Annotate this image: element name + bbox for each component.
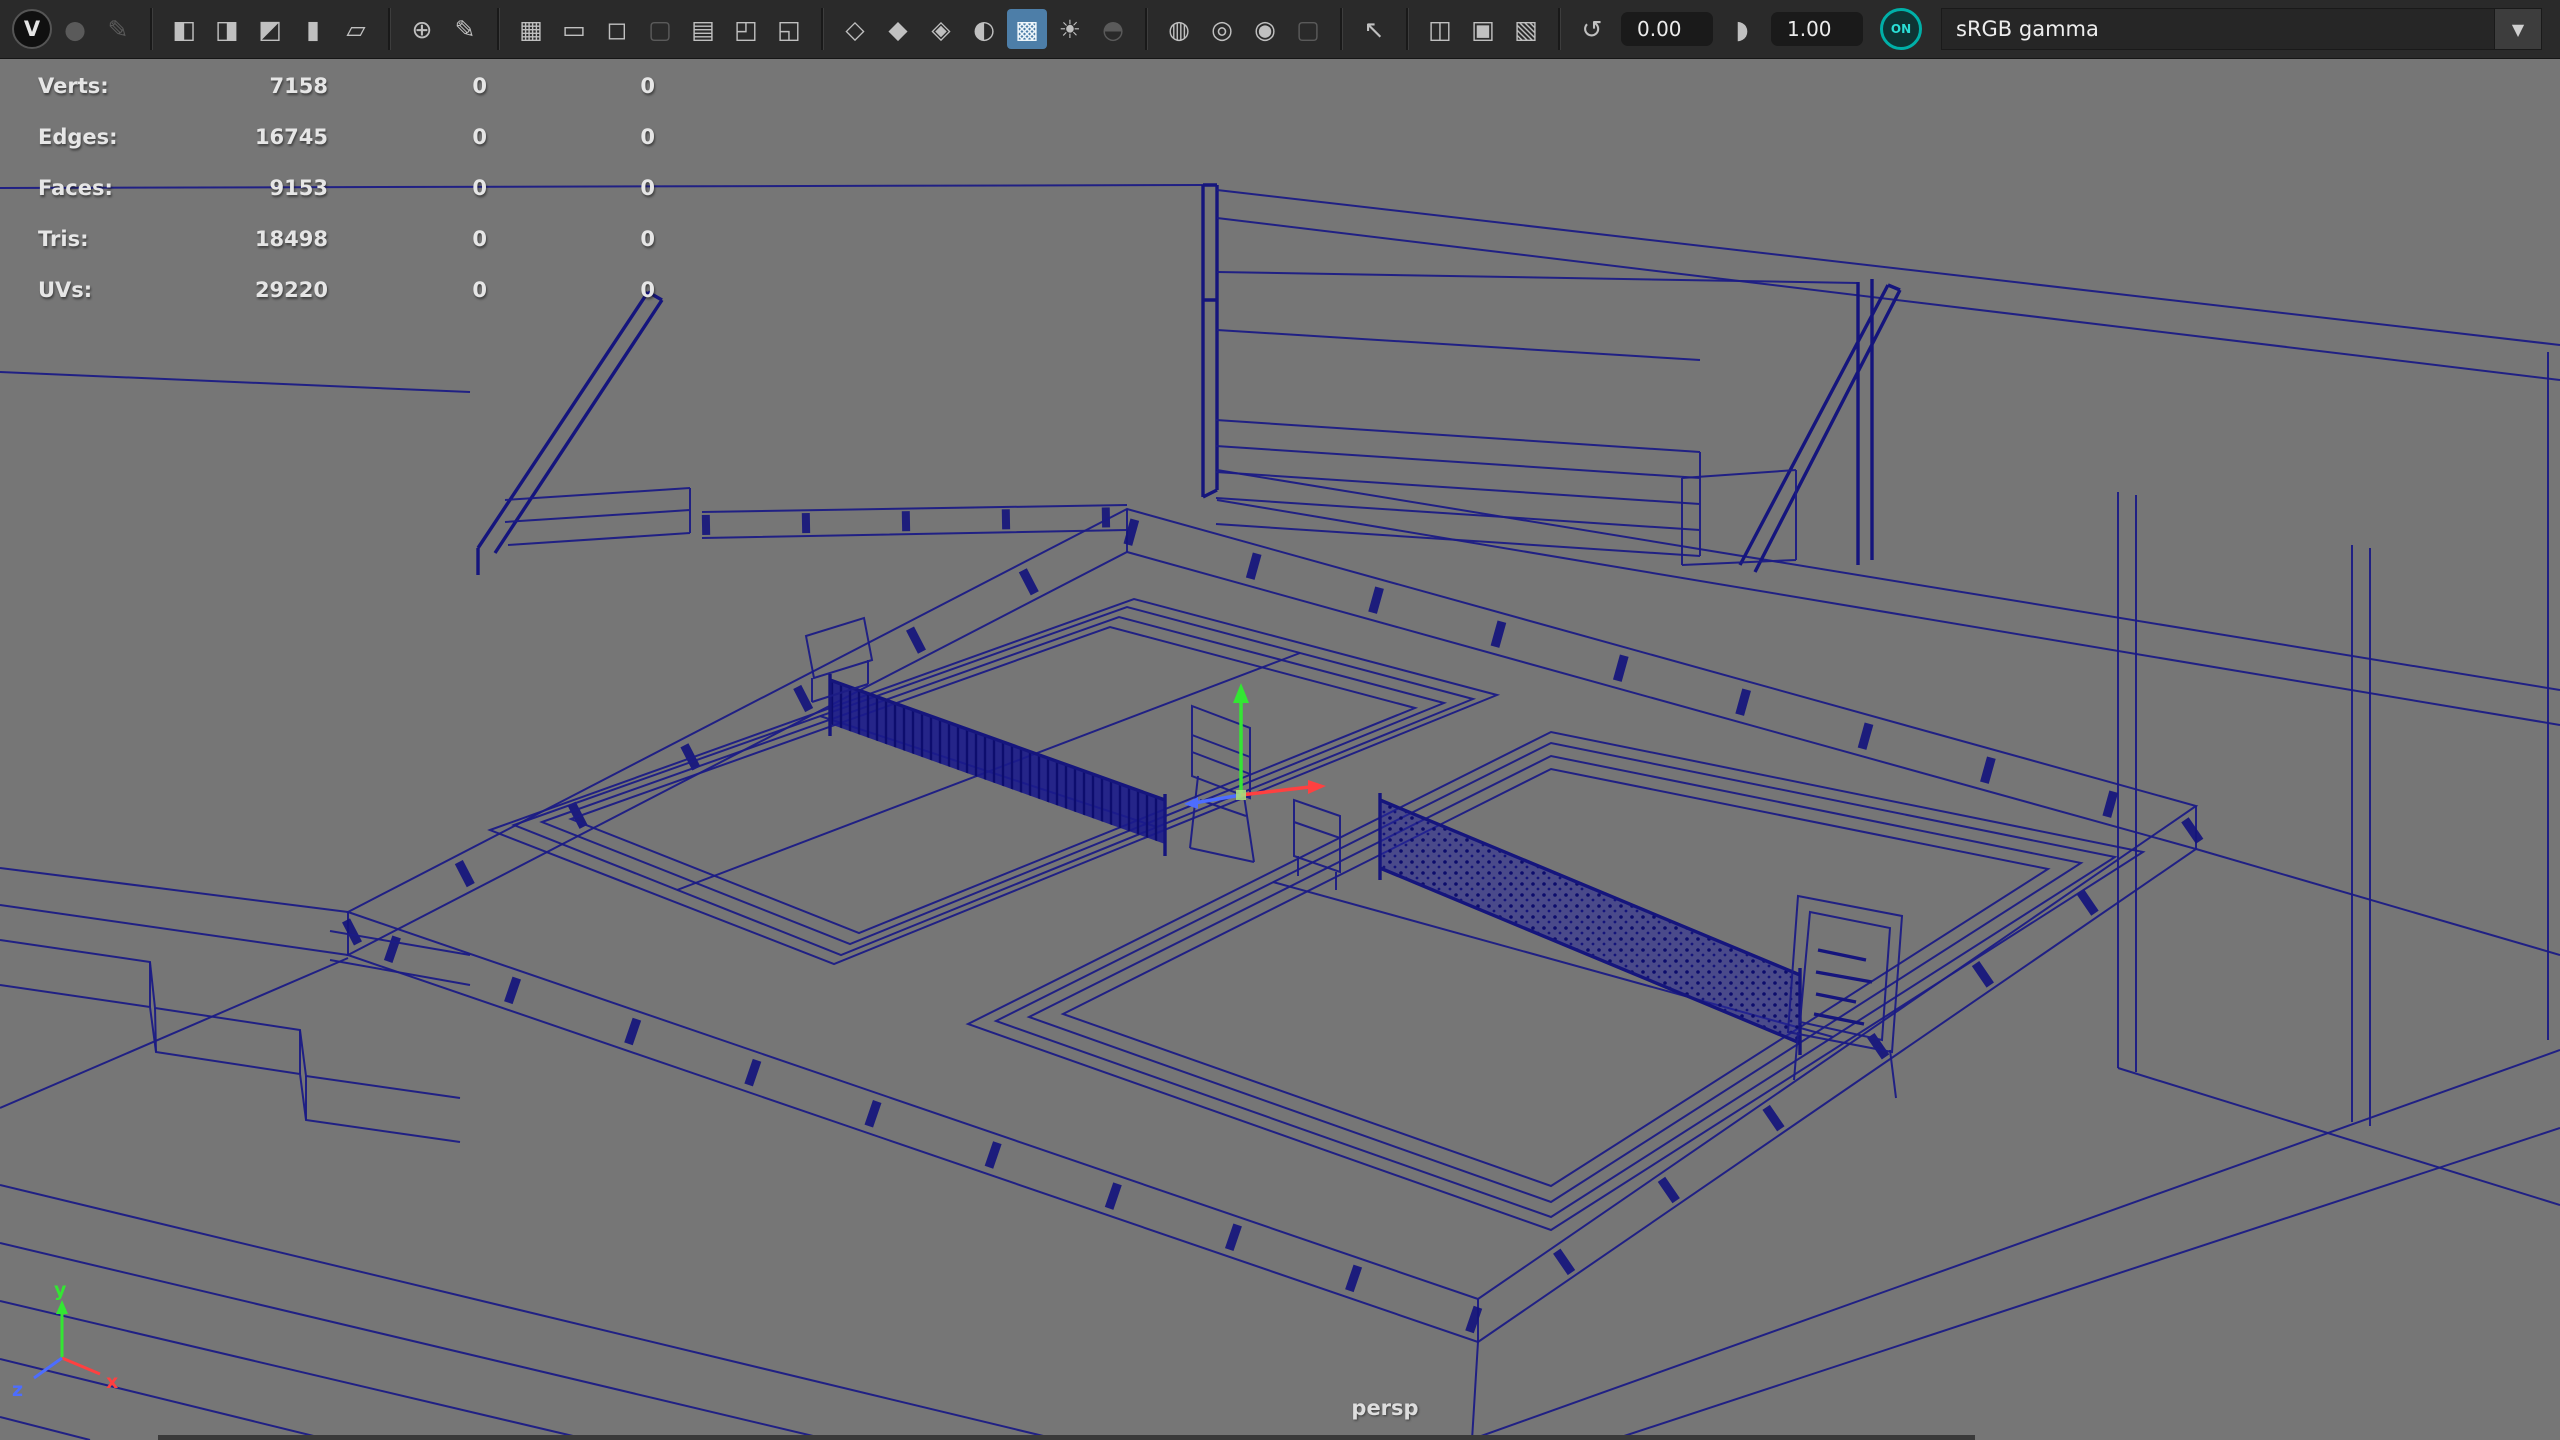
textured-display-icon[interactable]: ▩ bbox=[1007, 9, 1047, 49]
toolbar-separator bbox=[150, 8, 152, 50]
use-all-lights-icon[interactable]: ☀ bbox=[1050, 9, 1090, 49]
image-plane-icon[interactable]: ▱ bbox=[336, 9, 376, 49]
hud-selected: 0 bbox=[328, 278, 487, 302]
toolbar: V●✎◧◨◩▮▱⊕✎▦▭◻▢▤◰◱◇◆◈◐▩☀◓◍◎◉▢↖◫▣▧↺0.00◗1.… bbox=[0, 0, 2560, 59]
walls bbox=[0, 185, 2560, 1205]
oversampling-icon[interactable]: ✎ bbox=[445, 9, 485, 49]
hud-total: 7158 bbox=[133, 74, 328, 98]
axis-z-label: z bbox=[12, 1379, 23, 1401]
camera-name-label: persp bbox=[1300, 1396, 1470, 1420]
hud-component: 0 bbox=[487, 74, 655, 98]
hud-component: 0 bbox=[487, 176, 655, 200]
default-material-icon[interactable]: ◈ bbox=[921, 9, 961, 49]
renderer-logo-icon[interactable]: V bbox=[12, 9, 52, 49]
toolbar-separator bbox=[388, 8, 390, 50]
hud-label: UVs: bbox=[38, 278, 133, 302]
hud-component: 0 bbox=[487, 278, 655, 302]
stairs-bottom-left bbox=[0, 931, 470, 1142]
view-axis-gizmo: y x z bbox=[12, 1279, 118, 1401]
hud-selected: 0 bbox=[328, 125, 487, 149]
hud-selected: 0 bbox=[328, 74, 487, 98]
view-transform-label: sRGB gamma bbox=[1956, 17, 2099, 41]
move-manipulator[interactable] bbox=[1184, 683, 1326, 809]
chevron-down-icon[interactable]: ▼ bbox=[2494, 9, 2541, 49]
court-barrier bbox=[0, 509, 2196, 1342]
depth-of-field-icon[interactable]: ▢ bbox=[1288, 9, 1328, 49]
y-axis-handle[interactable] bbox=[1233, 683, 1249, 703]
hud-label: Verts: bbox=[38, 74, 133, 98]
maya-viewport-window: V●✎◧◨◩▮▱⊕✎▦▭◻▢▤◰◱◇◆◈◐▩☀◓◍◎◉▢↖◫▣▧↺0.00◗1.… bbox=[0, 0, 2560, 1440]
hud-label: Faces: bbox=[38, 176, 133, 200]
bleachers-back bbox=[1216, 420, 1700, 556]
camera-select-icon[interactable]: ◧ bbox=[164, 9, 204, 49]
gamma-icon[interactable]: ◗ bbox=[1722, 9, 1762, 49]
paint-effects-icon[interactable]: ✎ bbox=[98, 9, 138, 49]
paste-view-icon[interactable]: ▣ bbox=[1463, 9, 1503, 49]
chair-right bbox=[1294, 800, 1340, 890]
hud-row-uvs: UVs: 29220 0 0 bbox=[38, 264, 655, 315]
axis-x-label: x bbox=[106, 1371, 118, 1393]
isolate-select-icon[interactable]: ↖ bbox=[1354, 9, 1394, 49]
hud-label: Edges: bbox=[38, 125, 133, 149]
bookmark-icon[interactable]: ▮ bbox=[293, 9, 333, 49]
exposure-field[interactable]: 0.00 bbox=[1621, 12, 1713, 46]
hud-label: Tris: bbox=[38, 227, 133, 251]
floor-lines bbox=[0, 849, 2560, 1440]
copy-view-icon[interactable]: ◫ bbox=[1420, 9, 1460, 49]
hud-row-edges: Edges: 16745 0 0 bbox=[38, 111, 655, 162]
hud-row-verts: Verts: 7158 0 0 bbox=[38, 60, 655, 111]
net-left-mesh bbox=[830, 680, 1165, 844]
toolbar-separator bbox=[1340, 8, 1342, 50]
film-gate-icon[interactable]: ▭ bbox=[554, 9, 594, 49]
safe-action-icon[interactable]: ◰ bbox=[726, 9, 766, 49]
hud-total: 29220 bbox=[133, 278, 328, 302]
hud-selected: 0 bbox=[328, 176, 487, 200]
shadows-icon[interactable]: ◓ bbox=[1093, 9, 1133, 49]
camera-lock-icon[interactable]: ◨ bbox=[207, 9, 247, 49]
stairs-top-left bbox=[478, 292, 690, 575]
shaded-wireframe-icon[interactable]: ◐ bbox=[964, 9, 1004, 49]
hud-total: 16745 bbox=[133, 125, 328, 149]
hud-row-faces: Faces: 9153 0 0 bbox=[38, 162, 655, 213]
toolbar-separator bbox=[821, 8, 823, 50]
motion-blur-icon[interactable]: ◎ bbox=[1202, 9, 1242, 49]
smooth-shade-icon[interactable]: ◆ bbox=[878, 9, 918, 49]
resolution-gate-icon[interactable]: ◻ bbox=[597, 9, 637, 49]
field-chart-icon[interactable]: ▤ bbox=[683, 9, 723, 49]
net-right-mesh bbox=[1380, 800, 1800, 1043]
hud-total: 18498 bbox=[133, 227, 328, 251]
color-management-toggle[interactable]: ON bbox=[1880, 8, 1922, 50]
toolbar-separator bbox=[1406, 8, 1408, 50]
center-handle[interactable] bbox=[1236, 790, 1246, 800]
exposure-icon[interactable]: ↺ bbox=[1572, 9, 1612, 49]
grid-icon[interactable]: ▦ bbox=[511, 9, 551, 49]
multisample-icon[interactable]: ◉ bbox=[1245, 9, 1285, 49]
view-axis-y-arrow bbox=[56, 1300, 68, 1314]
hud-component: 0 bbox=[487, 125, 655, 149]
toolbar-separator bbox=[1145, 8, 1147, 50]
camera-attributes-icon[interactable]: ◩ bbox=[250, 9, 290, 49]
x-axis-handle[interactable] bbox=[1308, 780, 1326, 794]
xray-icon[interactable]: ▧ bbox=[1506, 9, 1546, 49]
gate-mask-icon[interactable]: ▢ bbox=[640, 9, 680, 49]
hud-component: 0 bbox=[487, 227, 655, 251]
occlusion-icon[interactable]: ◍ bbox=[1159, 9, 1199, 49]
axis-y-label: y bbox=[54, 1279, 67, 1301]
panel-edge bbox=[158, 1435, 1975, 1440]
pan-zoom-icon[interactable]: ⊕ bbox=[402, 9, 442, 49]
net-right bbox=[1380, 793, 1800, 1055]
stairs-top-right bbox=[1682, 279, 1900, 572]
toolbar-separator bbox=[497, 8, 499, 50]
hud-selected: 0 bbox=[328, 227, 487, 251]
walkway-rail bbox=[702, 505, 1127, 538]
view-transform-combo[interactable]: sRGB gamma ▼ bbox=[1941, 8, 2542, 50]
toolbar-separator bbox=[1558, 8, 1560, 50]
poly-count-hud: Verts: 7158 0 0 Edges: 16745 0 0 Faces: … bbox=[38, 60, 655, 315]
hud-total: 9153 bbox=[133, 176, 328, 200]
hud-row-tris: Tris: 18498 0 0 bbox=[38, 213, 655, 264]
gamma-field[interactable]: 1.00 bbox=[1771, 12, 1863, 46]
safe-title-icon[interactable]: ◱ bbox=[769, 9, 809, 49]
wireframe-display-icon[interactable]: ◇ bbox=[835, 9, 875, 49]
lighting-mode-icon[interactable]: ● bbox=[55, 9, 95, 49]
